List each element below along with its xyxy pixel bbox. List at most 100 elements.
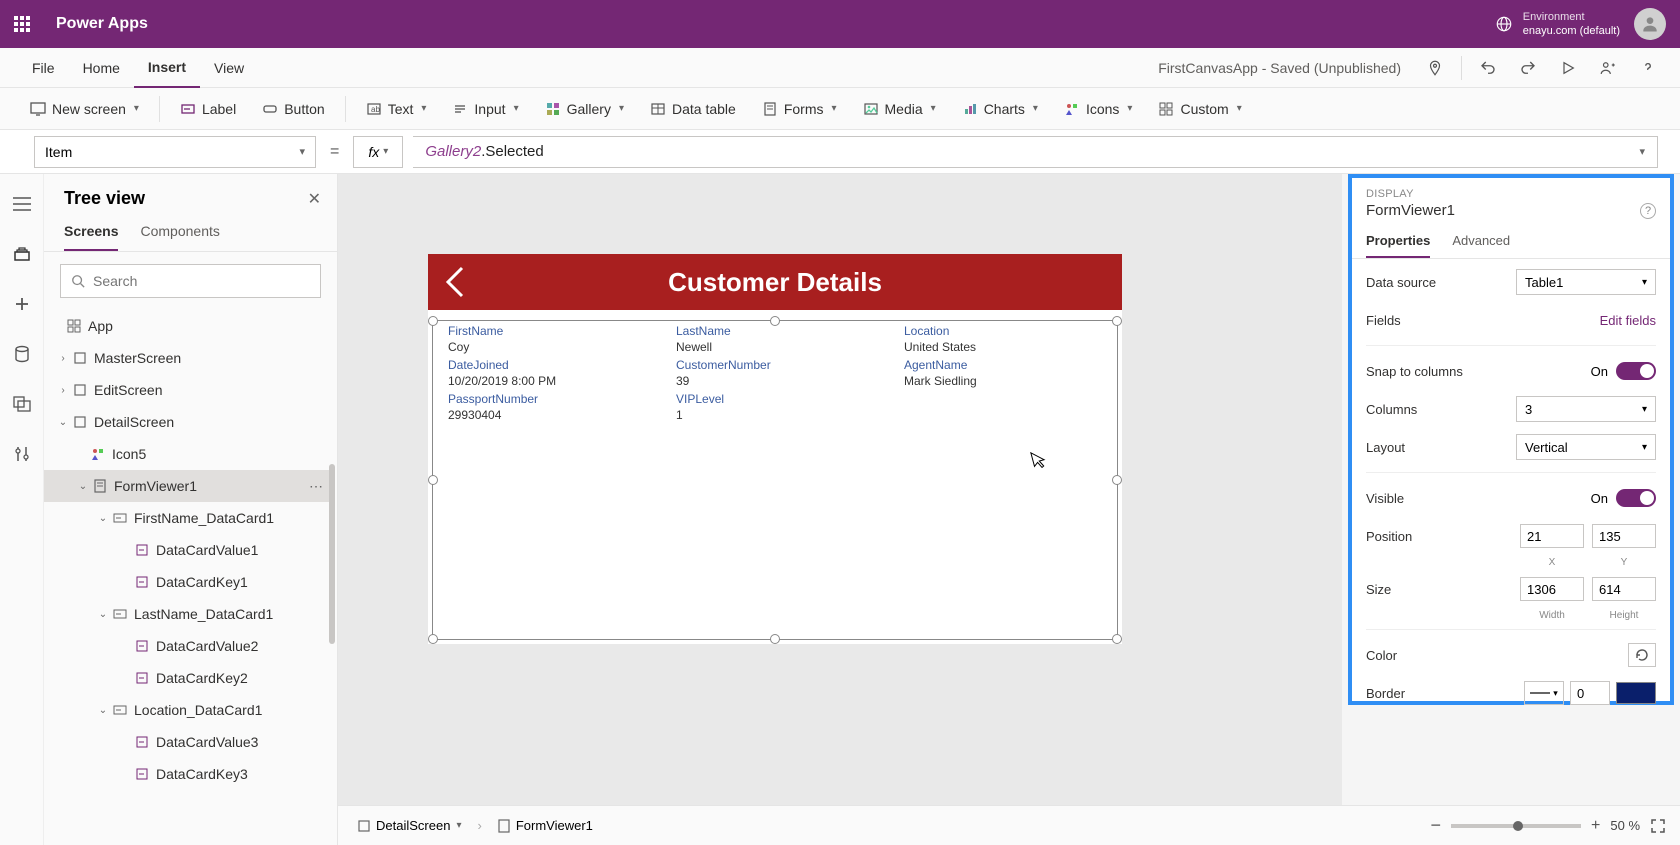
close-icon[interactable]: ✕ — [308, 189, 321, 209]
tree-node-firstname-dc[interactable]: ⌄FirstName_DataCard1 — [44, 502, 333, 534]
position-y-input[interactable] — [1592, 524, 1656, 548]
border-style-select[interactable]: ▾ — [1524, 681, 1564, 705]
breadcrumb-control[interactable]: FormViewer1 — [492, 818, 599, 833]
x-sublabel: X — [1520, 557, 1584, 568]
menu-insert[interactable]: Insert — [134, 48, 200, 88]
chevron-down-icon: ▾ — [1639, 145, 1645, 158]
border-color-swatch[interactable] — [1616, 682, 1656, 704]
layout-select[interactable]: Vertical▾ — [1516, 434, 1656, 460]
property-selector[interactable]: Item ▾ — [34, 136, 316, 168]
more-icon[interactable]: ⋯ — [309, 478, 323, 495]
canvas-area[interactable]: Customer Details FirstNameCoy LastNameNe… — [338, 174, 1342, 805]
size-height-input[interactable] — [1592, 577, 1656, 601]
charts-dropdown[interactable]: Charts▾ — [952, 93, 1048, 125]
resize-handle[interactable] — [770, 634, 780, 644]
tree-node-dcv1[interactable]: DataCardValue1 — [44, 534, 333, 566]
button-btn[interactable]: Button — [252, 93, 334, 125]
zoom-out-button[interactable]: − — [1430, 815, 1441, 836]
visible-toggle[interactable] — [1616, 489, 1656, 507]
environment-selector[interactable]: Environment enayu.com (default) — [1495, 10, 1620, 38]
zoom-value: 50 — [1610, 818, 1624, 833]
data-table-button[interactable]: Data table — [640, 93, 746, 125]
left-rail — [0, 174, 44, 845]
user-avatar[interactable] — [1634, 8, 1666, 40]
menu-view[interactable]: View — [200, 48, 258, 88]
hamburger-icon[interactable] — [10, 192, 34, 216]
play-icon[interactable] — [1554, 54, 1582, 82]
tree-node-dcv3[interactable]: DataCardValue3 — [44, 726, 333, 758]
resize-handle[interactable] — [1112, 475, 1122, 485]
menu-home[interactable]: Home — [69, 48, 134, 88]
globe-icon — [1495, 15, 1513, 33]
color-label: Color — [1366, 648, 1628, 663]
add-icon[interactable] — [10, 292, 34, 316]
tree-node-icon5[interactable]: Icon5 — [44, 438, 333, 470]
resize-handle[interactable] — [428, 316, 438, 326]
tree-search[interactable] — [60, 264, 321, 298]
tab-advanced[interactable]: Advanced — [1452, 233, 1510, 258]
text-dropdown[interactable]: ab Text▾ — [356, 93, 437, 125]
redo-icon[interactable] — [1514, 54, 1542, 82]
fx-indicator[interactable]: fx▾ — [353, 136, 403, 168]
position-x-input[interactable] — [1520, 524, 1584, 548]
tree-node-masterscreen[interactable]: ›MasterScreen — [44, 342, 333, 374]
tree-node-dck3[interactable]: DataCardKey3 — [44, 758, 333, 790]
media-dropdown[interactable]: Media▾ — [853, 93, 946, 125]
tree-panel: Tree view ✕ Screens Components App ›Mast… — [44, 174, 338, 845]
new-screen-button[interactable]: New screen▾ — [20, 93, 149, 125]
tree-node-location-dc[interactable]: ⌄Location_DataCard1 — [44, 694, 333, 726]
icons-dropdown[interactable]: Icons▾ — [1054, 93, 1143, 125]
resize-handle[interactable] — [1112, 634, 1122, 644]
tree-node-dcv2[interactable]: DataCardValue2 — [44, 630, 333, 662]
resize-handle[interactable] — [428, 634, 438, 644]
menu-file[interactable]: File — [18, 48, 69, 88]
tab-components[interactable]: Components — [140, 223, 219, 251]
tree-node-dck2[interactable]: DataCardKey2 — [44, 662, 333, 694]
tab-properties[interactable]: Properties — [1366, 233, 1430, 258]
edit-fields-link[interactable]: Edit fields — [1600, 313, 1656, 328]
undo-icon[interactable] — [1474, 54, 1502, 82]
tree-node-detailscreen[interactable]: ⌄DetailScreen — [44, 406, 333, 438]
zoom-in-button[interactable]: + — [1591, 817, 1600, 835]
snap-toggle[interactable] — [1616, 362, 1656, 380]
datasource-select[interactable]: Table1▾ — [1516, 269, 1656, 295]
border-width-input[interactable] — [1570, 681, 1610, 705]
resize-handle[interactable] — [770, 316, 780, 326]
environment-label: Environment — [1523, 10, 1620, 24]
resize-handle[interactable] — [428, 475, 438, 485]
fit-icon[interactable] — [1650, 818, 1666, 834]
help-icon[interactable] — [1634, 54, 1662, 82]
position-label: Position — [1366, 529, 1520, 544]
size-width-input[interactable] — [1520, 577, 1584, 601]
input-dropdown[interactable]: Input▾ — [442, 93, 528, 125]
tree-node-app[interactable]: App — [44, 310, 333, 342]
zoom-slider[interactable] — [1451, 824, 1581, 828]
label-button[interactable]: Label — [170, 93, 246, 125]
tree-node-formviewer1[interactable]: ⌄FormViewer1⋯ — [44, 470, 333, 502]
formula-input[interactable]: Gallery2.Selected ▾ — [413, 136, 1658, 168]
health-icon[interactable] — [1421, 54, 1449, 82]
media-rail-icon[interactable] — [10, 392, 34, 416]
screen-header: Customer Details — [428, 254, 1122, 310]
columns-select[interactable]: 3▾ — [1516, 396, 1656, 422]
info-icon[interactable]: ? — [1640, 203, 1656, 219]
forms-dropdown[interactable]: Forms▾ — [752, 93, 847, 125]
data-icon[interactable] — [10, 342, 34, 366]
tree-search-input[interactable] — [93, 273, 310, 289]
tools-icon[interactable] — [10, 442, 34, 466]
selection-outline[interactable] — [432, 320, 1118, 640]
share-icon[interactable] — [1594, 54, 1622, 82]
tree-view-icon[interactable] — [10, 242, 34, 266]
tab-screens[interactable]: Screens — [64, 223, 118, 251]
tree-node-dck1[interactable]: DataCardKey1 — [44, 566, 333, 598]
waffle-icon[interactable] — [14, 16, 30, 32]
tree-node-lastname-dc[interactable]: ⌄LastName_DataCard1 — [44, 598, 333, 630]
scrollbar[interactable] — [329, 464, 335, 644]
tree-node-editscreen[interactable]: ›EditScreen — [44, 374, 333, 406]
breadcrumb-screen[interactable]: DetailScreen ▾ — [352, 818, 467, 833]
color-reset-button[interactable] — [1628, 643, 1656, 667]
custom-dropdown[interactable]: Custom▾ — [1148, 93, 1251, 125]
charts-icon — [962, 101, 978, 117]
gallery-dropdown[interactable]: Gallery▾ — [535, 93, 634, 125]
resize-handle[interactable] — [1112, 316, 1122, 326]
